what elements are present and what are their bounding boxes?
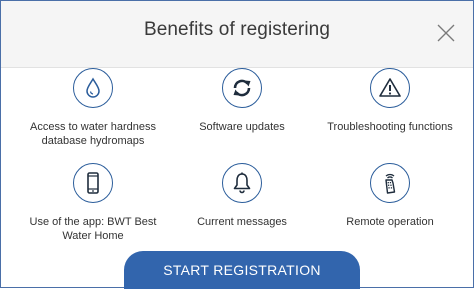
dialog-title: Benefits of registering [143, 19, 331, 40]
benefit-icon-circle [370, 68, 410, 108]
benefit-icon-circle [73, 163, 113, 203]
benefit-label: Use of the app: BWT Best Water Home [29, 216, 157, 242]
warning-icon [379, 78, 401, 97]
benefit-label: Access to water hardness database hydrom… [30, 121, 156, 147]
benefit-software-updates: Software updates [164, 68, 320, 134]
dialog-header: Benefits of registering [1, 1, 473, 68]
close-button[interactable] [434, 21, 458, 45]
benefit-label: Troubleshooting functions [327, 121, 453, 133]
registration-benefits-dialog: Benefits of registering Access to water … [0, 0, 474, 289]
water-drop-icon [86, 77, 100, 98]
benefit-label: Software updates [199, 121, 285, 133]
benefit-icon-circle [370, 163, 410, 203]
start-registration-button[interactable]: START REGISTRATION [124, 251, 360, 289]
remote-control-icon [385, 173, 396, 194]
close-icon [437, 24, 455, 42]
benefit-label: Remote operation [346, 216, 434, 228]
benefit-app: Use of the app: BWT Best Water Home [15, 163, 171, 243]
benefit-troubleshooting: Troubleshooting functions [312, 68, 468, 134]
benefit-hydromaps: Access to water hardness database hydrom… [15, 68, 171, 148]
smartphone-icon [87, 172, 99, 194]
benefit-remote-operation: Remote operation [312, 163, 468, 229]
refresh-icon [233, 79, 251, 97]
benefit-icon-circle [222, 163, 262, 203]
bell-icon [233, 172, 251, 194]
benefit-icon-circle [73, 68, 113, 108]
benefit-icon-circle [222, 68, 262, 108]
benefit-label: Current messages [197, 216, 287, 228]
benefit-messages: Current messages [164, 163, 320, 229]
